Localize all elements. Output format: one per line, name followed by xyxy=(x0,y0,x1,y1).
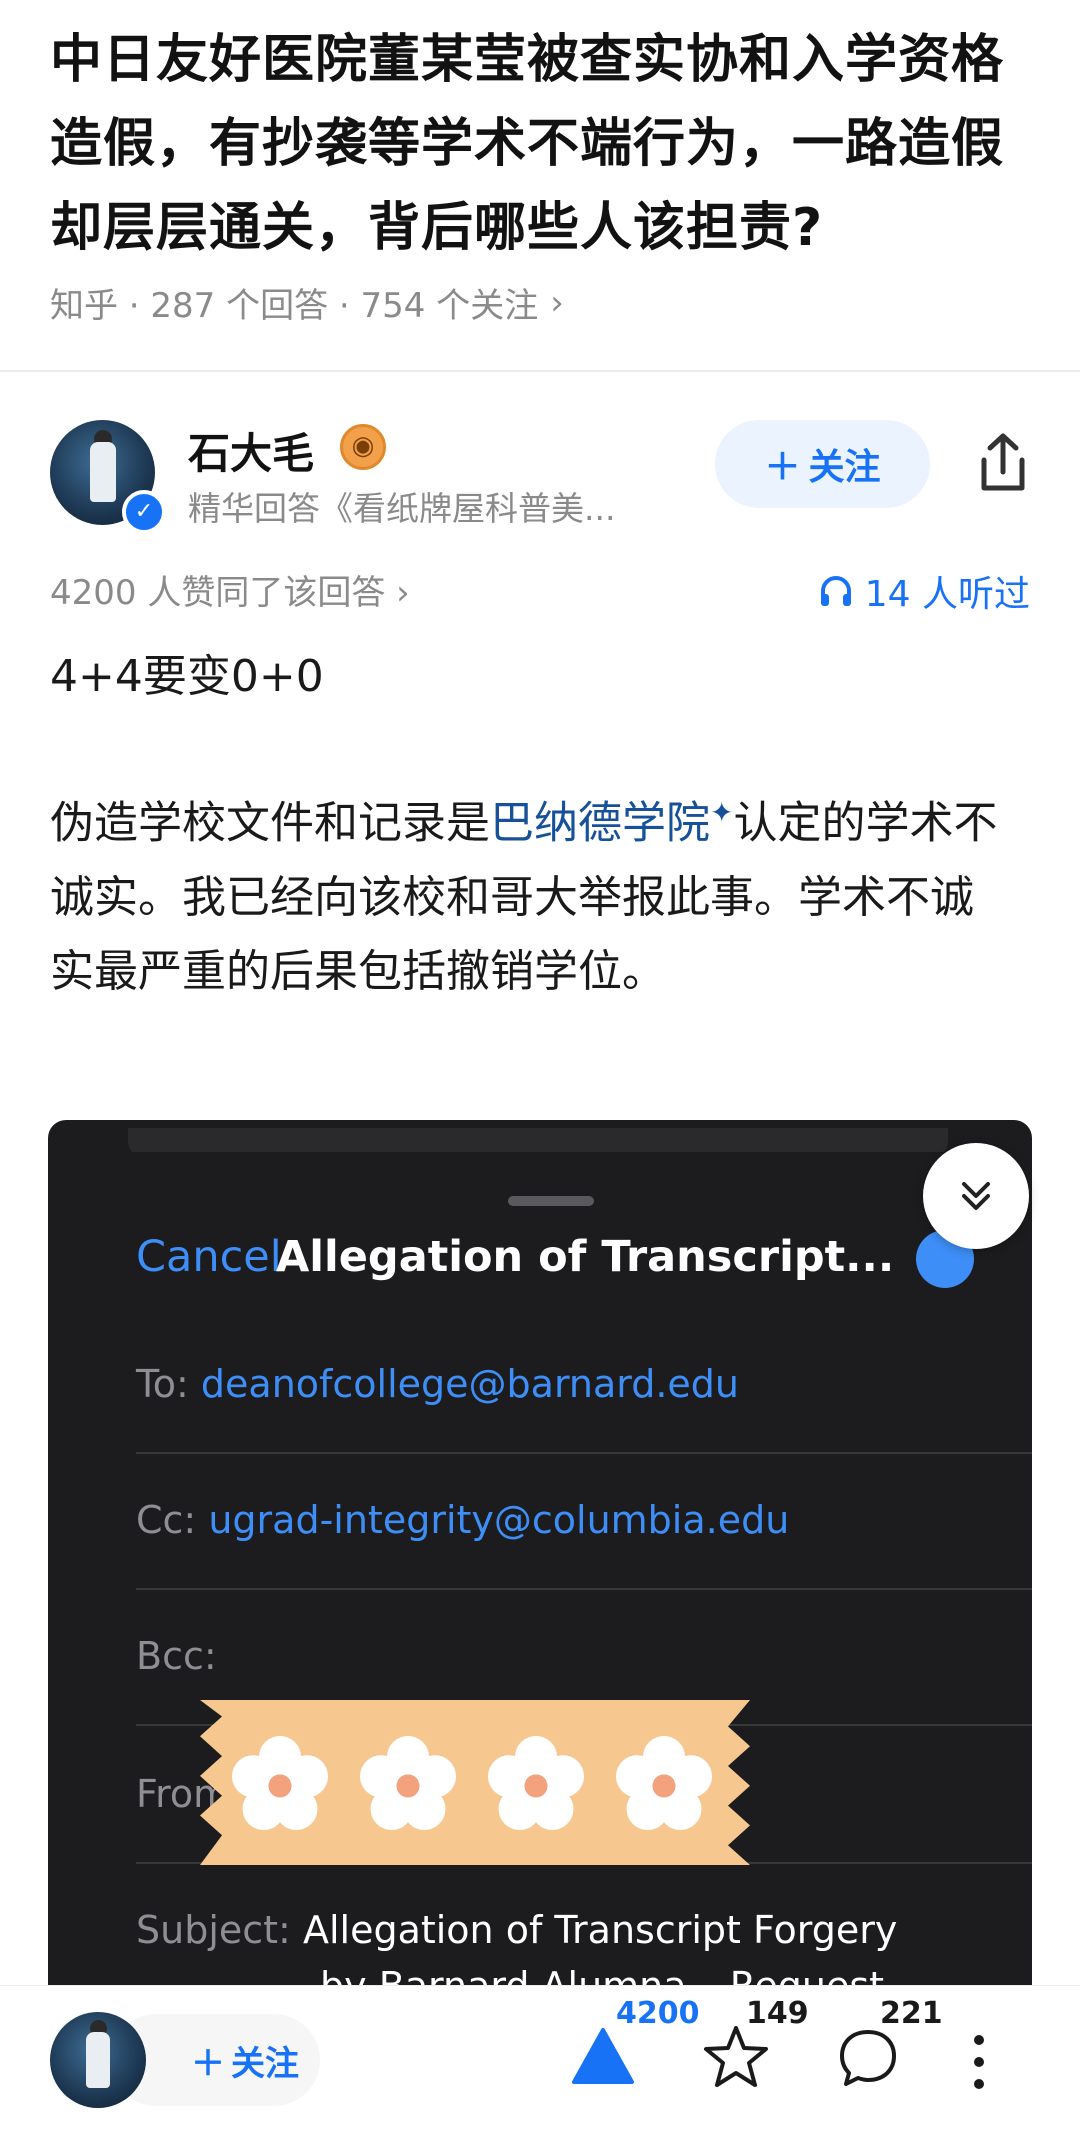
chevron-right-icon: › xyxy=(550,282,564,323)
author-row: ✓ 石大毛 ◉ 精华回答《看纸牌屋科普美... ＋ 关注 xyxy=(50,420,1040,535)
stats-row: 4200 人赞同了该回答 › 14 人听过 xyxy=(50,565,1040,615)
follow-button[interactable]: ＋ 关注 xyxy=(715,420,930,508)
answer-image[interactable]: Cancel Allegation of Transcript... To: d… xyxy=(48,1120,1032,2020)
question-title[interactable]: 中日友好医院董某莹被查实协和入学资格造假，有抄袭等学术不端行为，一路造假却层层通… xyxy=(50,18,1040,270)
upvote-triangle-icon xyxy=(572,2028,634,2084)
double-chevron-down-icon xyxy=(962,1182,990,1210)
follow-button-label: 关注 xyxy=(808,446,881,487)
sparkle-icon: ✦ xyxy=(710,796,734,829)
eye-badge-icon: ◉ xyxy=(340,424,386,470)
comment-count: 221 xyxy=(880,1996,943,2031)
comment-bubble-icon xyxy=(840,2030,896,2086)
mail-to-field: To: deanofcollege@barnard.edu xyxy=(136,1362,740,1406)
mail-title: Allegation of Transcript... xyxy=(276,1232,895,1282)
question-header[interactable]: 中日友好医院董某莹被查实协和入学资格造假，有抄袭等学术不端行为，一路造假却层层通… xyxy=(50,18,1040,327)
divider xyxy=(0,370,1080,372)
flower-icon xyxy=(616,1736,712,1831)
comment-button[interactable] xyxy=(836,2026,900,2094)
verified-icon: ✓ xyxy=(122,490,166,534)
collapse-button[interactable] xyxy=(923,1143,1029,1249)
bottom-follow-label: 关注 xyxy=(231,2043,299,2084)
flower-icon xyxy=(232,1736,328,1831)
bottom-avatar[interactable] xyxy=(50,2012,146,2108)
plus-icon: ＋ xyxy=(191,2043,225,2084)
plus-icon: ＋ xyxy=(764,446,801,487)
headphones-icon xyxy=(820,576,851,606)
favorite-button[interactable] xyxy=(702,2024,770,2094)
author-name[interactable]: 石大毛 xyxy=(188,420,314,481)
mail-subject-field: Subject: Allegation of Transcript Forger… xyxy=(136,1908,898,1952)
answer-line1: 4+4要变0+0 xyxy=(50,651,324,702)
likes-summary[interactable]: 4200 人赞同了该回答 › xyxy=(50,565,410,614)
mail-cancel: Cancel xyxy=(136,1232,282,1282)
washi-tape-sticker xyxy=(200,1700,750,1865)
more-vertical-icon xyxy=(974,2035,984,2089)
mail-compose-sheet: Cancel Allegation of Transcript... To: d… xyxy=(58,1152,1032,2020)
chevron-right-icon: › xyxy=(396,573,410,613)
mail-cc-field: Cc: ugrad-integrity@columbia.edu xyxy=(136,1498,790,1542)
answer-paragraph: 伪造学校文件和记录是巴纳德学院✦认定的学术不诚实。我已经向该校和哥大举报此事。学… xyxy=(50,776,1010,1009)
entity-link[interactable]: 巴纳德学院 xyxy=(490,798,710,849)
listen-button[interactable]: 14 人听过 xyxy=(817,565,1030,617)
flower-icon xyxy=(488,1736,584,1831)
likes-text: 4200 人赞同了该回答 xyxy=(50,573,386,613)
upvote-count: 4200 xyxy=(616,1996,700,2031)
upvote-button[interactable] xyxy=(570,2026,636,2090)
flower-icon xyxy=(360,1736,456,1831)
bottom-action-bar: ＋ 关注 4200 149 221 xyxy=(0,1985,1080,2130)
answer-content: 4+4要变0+0 伪造学校文件和记录是巴纳德学院✦认定的学术不诚实。我已经向该校… xyxy=(50,640,1010,1009)
listen-text: 14 人听过 xyxy=(864,574,1030,615)
mail-bcc-field: Bcc: xyxy=(136,1634,217,1678)
answer-text: 伪造学校文件和记录是 xyxy=(50,797,490,849)
question-meta[interactable]: 知乎 · 287 个回答 · 754 个关注 › xyxy=(50,278,1040,327)
share-icon[interactable] xyxy=(968,428,1038,498)
author-tag[interactable]: 精华回答《看纸牌屋科普美... xyxy=(188,482,688,530)
star-icon xyxy=(704,2026,768,2087)
question-meta-text: 知乎 · 287 个回答 · 754 个关注 xyxy=(50,286,539,326)
sheet-grabber xyxy=(508,1196,594,1206)
favorite-count: 149 xyxy=(746,1996,809,2031)
more-button[interactable] xyxy=(972,2032,986,2096)
